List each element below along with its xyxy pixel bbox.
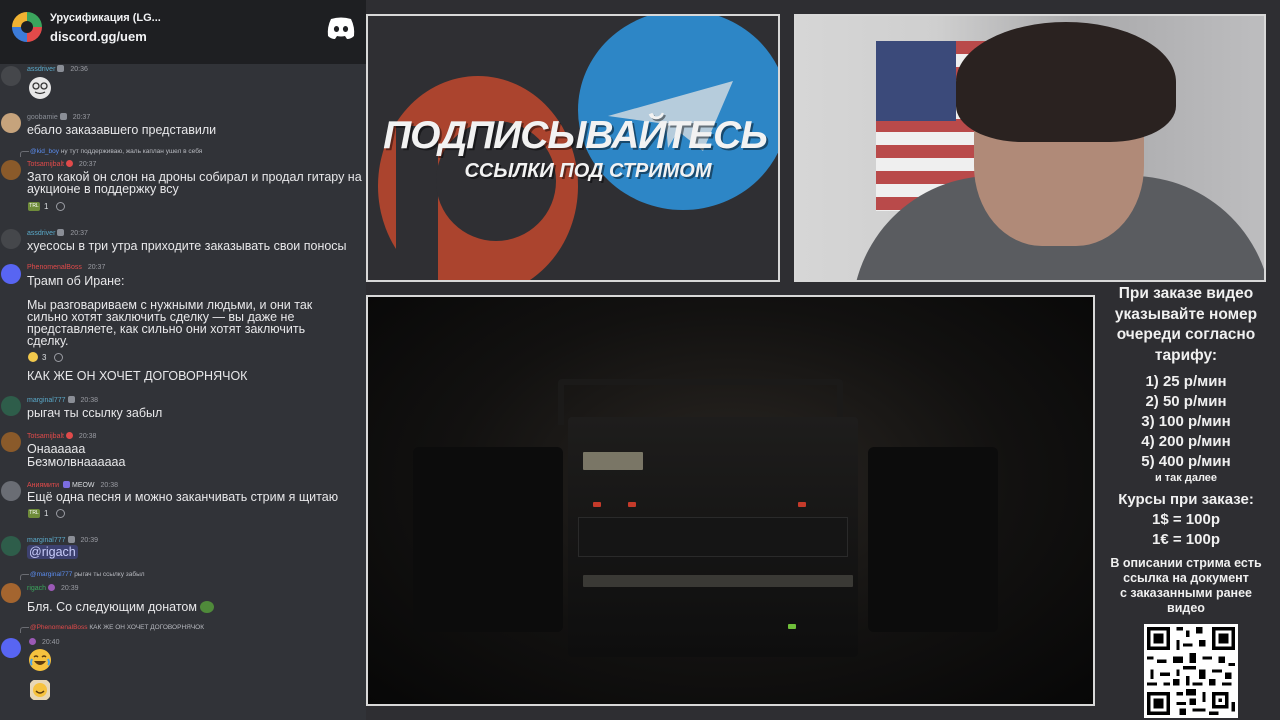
rate-usd: 1$ = 100р <box>1152 511 1220 528</box>
user-tag: MEOW <box>71 482 95 489</box>
message-text: Безмолвнаааааа <box>27 455 126 469</box>
crying-laughing-emoji-icon <box>29 649 51 671</box>
avatar[interactable] <box>1 396 21 416</box>
sticker-icon <box>30 680 50 700</box>
rates-heading: Курсы при заказе: <box>1118 491 1254 508</box>
username[interactable]: assdriver <box>27 230 55 237</box>
reply-preview[interactable]: @kid_boy ну тут поддерживаю, жаль каплан… <box>19 148 202 157</box>
timestamp: 20:37 <box>70 230 88 237</box>
timestamp: 20:37 <box>78 161 97 168</box>
chat-message: marginal777 20:39 @rigach <box>0 536 366 564</box>
timestamp: 20:36 <box>70 66 88 73</box>
add-reaction-icon[interactable] <box>56 508 66 518</box>
avatar[interactable] <box>1 229 21 249</box>
username[interactable]: Totsamijbalt <box>27 161 64 168</box>
chat-message: goobamie 20:37 ебало заказавшего предста… <box>0 113 366 143</box>
username[interactable]: PhenomenalBoss <box>27 264 82 271</box>
avatar[interactable] <box>1 160 21 180</box>
stream-layout: Урусификация (LG... discord.gg/uem assdr… <box>0 0 1280 720</box>
trollface-emoji-icon: TRL <box>28 201 40 211</box>
timestamp: 20:40 <box>41 639 60 646</box>
username[interactable]: rigach <box>27 585 46 592</box>
timestamp: 20:38 <box>80 397 99 404</box>
timestamp: 20:37 <box>87 264 106 271</box>
avatar[interactable] <box>1 481 21 501</box>
avatar[interactable] <box>1 638 21 658</box>
reaction[interactable]: TRL 1 <box>28 199 66 213</box>
chat-message: @PhenomenalBoss КАК ЖЕ ОН ХОЧЕТ ДОГОВОРН… <box>0 624 366 720</box>
chat-message: @marginal777 рыгач ты ссылку забыл rigac… <box>0 571 366 615</box>
speaker-left <box>413 447 563 632</box>
order-info-panel: При заказе видео указывайте номер очеред… <box>1100 284 1272 616</box>
server-invite-link[interactable]: discord.gg/uem <box>50 29 147 44</box>
reply-preview[interactable]: @PhenomenalBoss КАК ЖЕ ОН ХОЧЕТ ДОГОВОРН… <box>19 624 204 633</box>
tariff-list: 1) 25 р/мин 2) 50 р/мин 3) 100 р/мин 4) … <box>1141 373 1231 470</box>
timestamp: 20:38 <box>78 433 97 440</box>
message-quote: Мы разговариваем с нужными людьми, и они… <box>27 298 313 348</box>
discord-chat-overlay: Урусификация (LG... discord.gg/uem assdr… <box>0 0 366 720</box>
chat-message: Аниямити MEOW 20:38 Ещё одна песня и мож… <box>0 481 366 521</box>
username[interactable]: marginal777 <box>27 537 66 544</box>
chat-message: PhenomenalBoss 20:37 Трамп об Иране: Мы … <box>0 264 366 388</box>
reaction-count: 3 <box>42 352 47 362</box>
reaction[interactable]: TRL 1 <box>28 506 66 520</box>
speaker-right <box>868 447 998 632</box>
server-icon <box>12 12 42 42</box>
avatar[interactable] <box>1 583 21 603</box>
chat-message: assdriver 20:36 <box>0 64 366 104</box>
message-text: Бля. Со следующим донатом <box>27 600 197 614</box>
server-name: Урусификация (LG... <box>50 12 161 24</box>
chat-message: Totsamijbalt 20:38 Онаааааа Безмолвнаааа… <box>0 432 366 474</box>
chat-message: assdriver 20:37 хуесосы в три утра прихо… <box>0 229 366 257</box>
tariff-etc: и так далее <box>1154 472 1218 484</box>
description-note: В описании стрима есть ссылка на докумен… <box>1110 556 1262 615</box>
message-text: Зато какой он слон на дроны собирал и пр… <box>27 170 362 196</box>
timestamp: 20:39 <box>61 585 79 592</box>
promo-subtitle: ССЫЛКИ ПОД СТРИМОМ <box>464 160 712 182</box>
username[interactable]: Totsamijbalt <box>27 433 64 440</box>
qr-code-icon[interactable] <box>1144 624 1238 718</box>
avatar[interactable] <box>1 113 21 133</box>
message-text: ебало заказавшего представили <box>27 123 217 137</box>
subscribe-promo-panel: ПОДПИСЫВАЙТЕСЬ ССЫЛКИ ПОД СТРИМОМ <box>366 14 780 282</box>
timestamp: 20:37 <box>72 114 91 121</box>
nerd-face-icon <box>29 77 51 99</box>
message-text: Трамп об Иране: <box>27 274 125 288</box>
timestamp: 20:38 <box>100 482 119 489</box>
username[interactable]: assdriver <box>27 66 55 73</box>
user-mention[interactable]: @rigach <box>27 545 78 559</box>
server-header[interactable]: Урусификация (LG... discord.gg/uem <box>0 0 366 64</box>
username[interactable]: goobamie <box>27 114 58 121</box>
chat-message: marginal777 20:38 рыгач ты ссылку забыл <box>0 396 366 424</box>
reply-preview[interactable]: @marginal777 рыгач ты ссылку забыл <box>20 571 145 580</box>
add-reaction-icon[interactable] <box>54 352 64 362</box>
reaction-count: 1 <box>44 508 49 518</box>
message-text: Онаааааа <box>27 442 86 456</box>
webcam-feed <box>794 14 1266 282</box>
rate-eur: 1€ = 100р <box>1152 531 1220 548</box>
pepe-emoji-icon <box>200 601 215 613</box>
avatar[interactable] <box>1 432 21 452</box>
message-text: хуесосы в три утра приходите заказывать … <box>27 239 347 253</box>
reaction[interactable]: 3 <box>28 350 64 364</box>
avatar[interactable] <box>1 536 21 556</box>
message-text: рыгач ты ссылку забыл <box>27 406 163 420</box>
timestamp: 20:39 <box>80 537 99 544</box>
order-instructions: При заказе видео указывайте номер очеред… <box>1114 285 1258 364</box>
message-text: КАК ЖЕ ОН ХОЧЕТ ДОГОВОРНЯЧОК <box>27 369 248 383</box>
discord-logo-icon <box>327 17 355 39</box>
promo-title: ПОДПИСЫВАЙТЕСЬ <box>383 114 768 157</box>
username[interactable]: Аниямити <box>27 482 59 489</box>
add-reaction-icon[interactable] <box>56 201 66 211</box>
discord-default-avatar-icon[interactable] <box>1 264 21 284</box>
message-text: Ещё одна песня и можно заканчивать стрим… <box>27 490 339 504</box>
reaction-count: 1 <box>44 201 49 211</box>
chat-message: @kid_boy ну тут поддерживаю, жаль каплан… <box>0 148 366 218</box>
trollface-emoji-icon: TRL <box>28 508 40 518</box>
avatar[interactable] <box>1 66 21 86</box>
username[interactable]: marginal777 <box>27 397 66 404</box>
laughing-emoji-icon <box>28 352 38 362</box>
video-player[interactable] <box>366 295 1095 706</box>
